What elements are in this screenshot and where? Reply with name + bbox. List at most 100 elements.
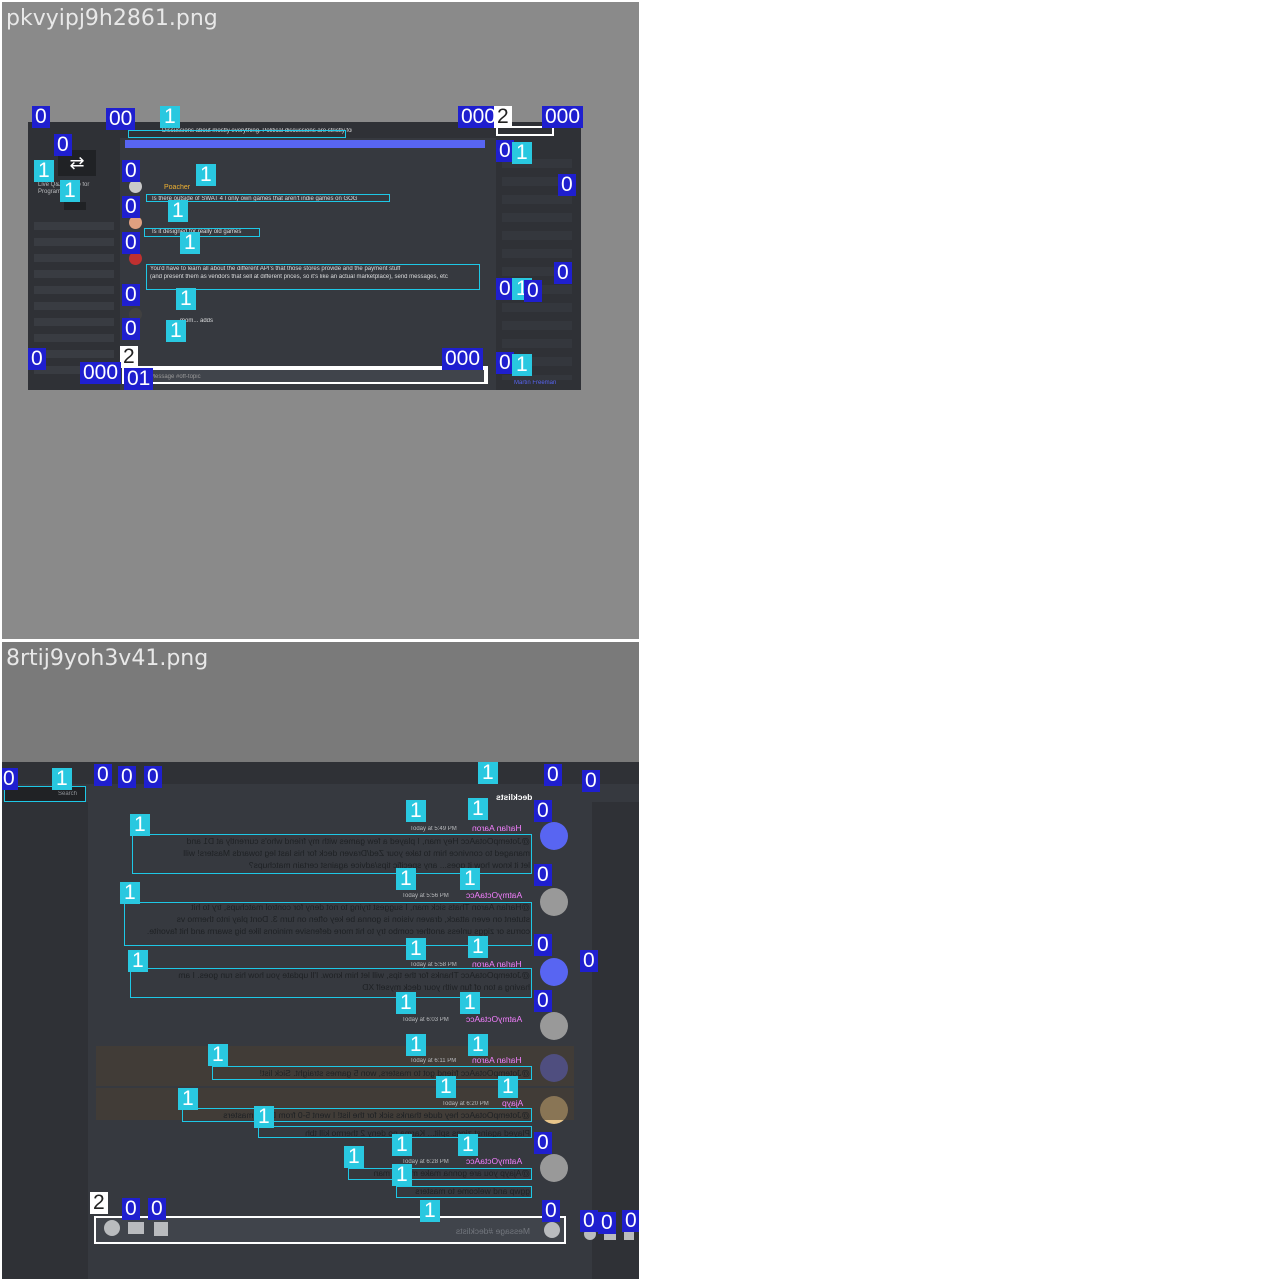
- event-badge[interactable]: [64, 202, 86, 210]
- message-author[interactable]: Harlan Aaron: [472, 823, 522, 833]
- label-0: 0: [28, 348, 46, 370]
- message-text: mom... adds: [180, 318, 214, 324]
- bottom-filename: 8rtij9yoh3v41.png: [6, 646, 209, 671]
- timestamp: Today at 6:11 PM: [410, 1058, 457, 1064]
- label-1: 1: [406, 1034, 426, 1056]
- label-0: 0: [534, 1132, 552, 1154]
- discord-avatar[interactable]: [540, 958, 568, 986]
- label-1: 1: [396, 992, 416, 1014]
- label-0: 000: [442, 348, 484, 370]
- input-bbox: [122, 366, 488, 384]
- label-1: 1: [420, 1200, 440, 1222]
- message-author[interactable]: AatmyOctaAcc: [466, 1156, 522, 1166]
- label-0: 0: [580, 1210, 598, 1232]
- label-1: 1: [512, 354, 532, 376]
- left-sidebar: [2, 802, 88, 1279]
- label-1: 1: [180, 232, 200, 254]
- timestamp: Today at 5:56 PM: [402, 893, 449, 899]
- right-sidebar: [592, 802, 639, 1279]
- label-2: 2: [120, 346, 138, 368]
- label-0: 0: [534, 800, 552, 822]
- top-filename: pkvyipj9h2861.png: [6, 6, 218, 31]
- label-0: 0: [122, 318, 140, 340]
- label-0: 0: [580, 950, 598, 972]
- bottom-screenshot-panel: 8rtij9yoh3v41.png Search decklists Harla…: [2, 642, 639, 1279]
- label-0: 0: [524, 280, 542, 302]
- label-0: 0: [94, 764, 112, 786]
- label-0: 01: [124, 368, 154, 390]
- label-1: 1: [458, 1134, 478, 1156]
- timestamp: Today at 6:20 PM: [442, 1101, 489, 1107]
- label-1: 1: [168, 200, 188, 222]
- bbox: [348, 1168, 532, 1180]
- label-1: 1: [120, 882, 140, 904]
- label-0: 0: [582, 770, 600, 792]
- label-0: 0: [558, 174, 576, 196]
- bbox: [182, 1108, 532, 1122]
- label-1: 1: [344, 1146, 364, 1168]
- label-0: 0: [554, 262, 572, 284]
- label-0: 0: [122, 1198, 140, 1220]
- new-messages-bar[interactable]: [125, 140, 485, 148]
- label-0: 0: [534, 990, 552, 1012]
- timestamp: Today at 6:03 PM: [402, 1017, 449, 1023]
- label-1: 1: [460, 868, 480, 890]
- label-0: 0: [122, 284, 140, 306]
- label-0: 0: [144, 766, 162, 788]
- label-1: 1: [196, 164, 216, 186]
- member-name[interactable]: Martin Freeman: [514, 380, 556, 386]
- label-1: 1: [52, 768, 72, 790]
- label-1: 1: [128, 950, 148, 972]
- label-0: 0: [534, 864, 552, 886]
- label-1: 1: [392, 1134, 412, 1156]
- message-author[interactable]: Poacher: [164, 184, 190, 191]
- discord-window: Discussions about mostly everything. Pol…: [28, 122, 581, 390]
- label-1: 1: [406, 938, 426, 960]
- message-author[interactable]: Ajayp: [502, 1098, 523, 1108]
- label-0: 0: [622, 1210, 639, 1232]
- label-0: 0: [2, 768, 18, 790]
- bbox: [146, 264, 480, 290]
- label-0: 000: [542, 106, 584, 128]
- label-0: 0: [122, 232, 140, 254]
- label-0: 000: [458, 106, 500, 128]
- user-avatar[interactable]: [540, 888, 568, 916]
- label-1: 1: [34, 160, 54, 182]
- bbox: [396, 1186, 532, 1198]
- label-2: 2: [494, 106, 512, 128]
- label-1: 1: [208, 1044, 228, 1066]
- top-screenshot-panel: pkvyipj9h2861.png Discussions about most…: [2, 2, 639, 639]
- label-0: 0: [32, 106, 50, 128]
- label-2: 2: [90, 1192, 108, 1214]
- message-author[interactable]: AatmyOctaAcc: [466, 1014, 522, 1024]
- label-1: 1: [254, 1106, 274, 1128]
- message-author[interactable]: Harlan Aaron: [472, 1055, 522, 1065]
- label-0: 0: [122, 196, 140, 218]
- label-1: 1: [406, 800, 426, 822]
- label-0: 0: [598, 1212, 616, 1234]
- search-label: Search: [58, 791, 78, 797]
- label-1: 1: [512, 142, 532, 164]
- label-1: 1: [160, 106, 180, 128]
- label-1: 1: [130, 814, 150, 836]
- label-1: 1: [166, 320, 186, 342]
- label-0: 00: [106, 108, 136, 130]
- bbox: [128, 130, 346, 138]
- label-1: 1: [468, 798, 488, 820]
- label-1: 1: [436, 1076, 456, 1098]
- message-author[interactable]: AatmyOctaAcc: [466, 890, 522, 900]
- label-1: 1: [468, 1034, 488, 1056]
- discord-avatar[interactable]: [540, 822, 568, 850]
- label-0: 0: [54, 134, 72, 156]
- user-avatar[interactable]: [540, 1154, 568, 1182]
- channel-name[interactable]: decklists: [496, 792, 532, 802]
- label-0: 0: [544, 764, 562, 786]
- label-0: 000: [80, 362, 122, 384]
- label-1: 1: [468, 936, 488, 958]
- label-0: 0: [148, 1198, 166, 1220]
- user-avatar[interactable]: [540, 1012, 568, 1040]
- label-0: 0: [122, 160, 140, 182]
- channel-list: [34, 214, 114, 374]
- timestamp: Today at 5:49 PM: [410, 826, 457, 832]
- label-1: 1: [478, 762, 498, 784]
